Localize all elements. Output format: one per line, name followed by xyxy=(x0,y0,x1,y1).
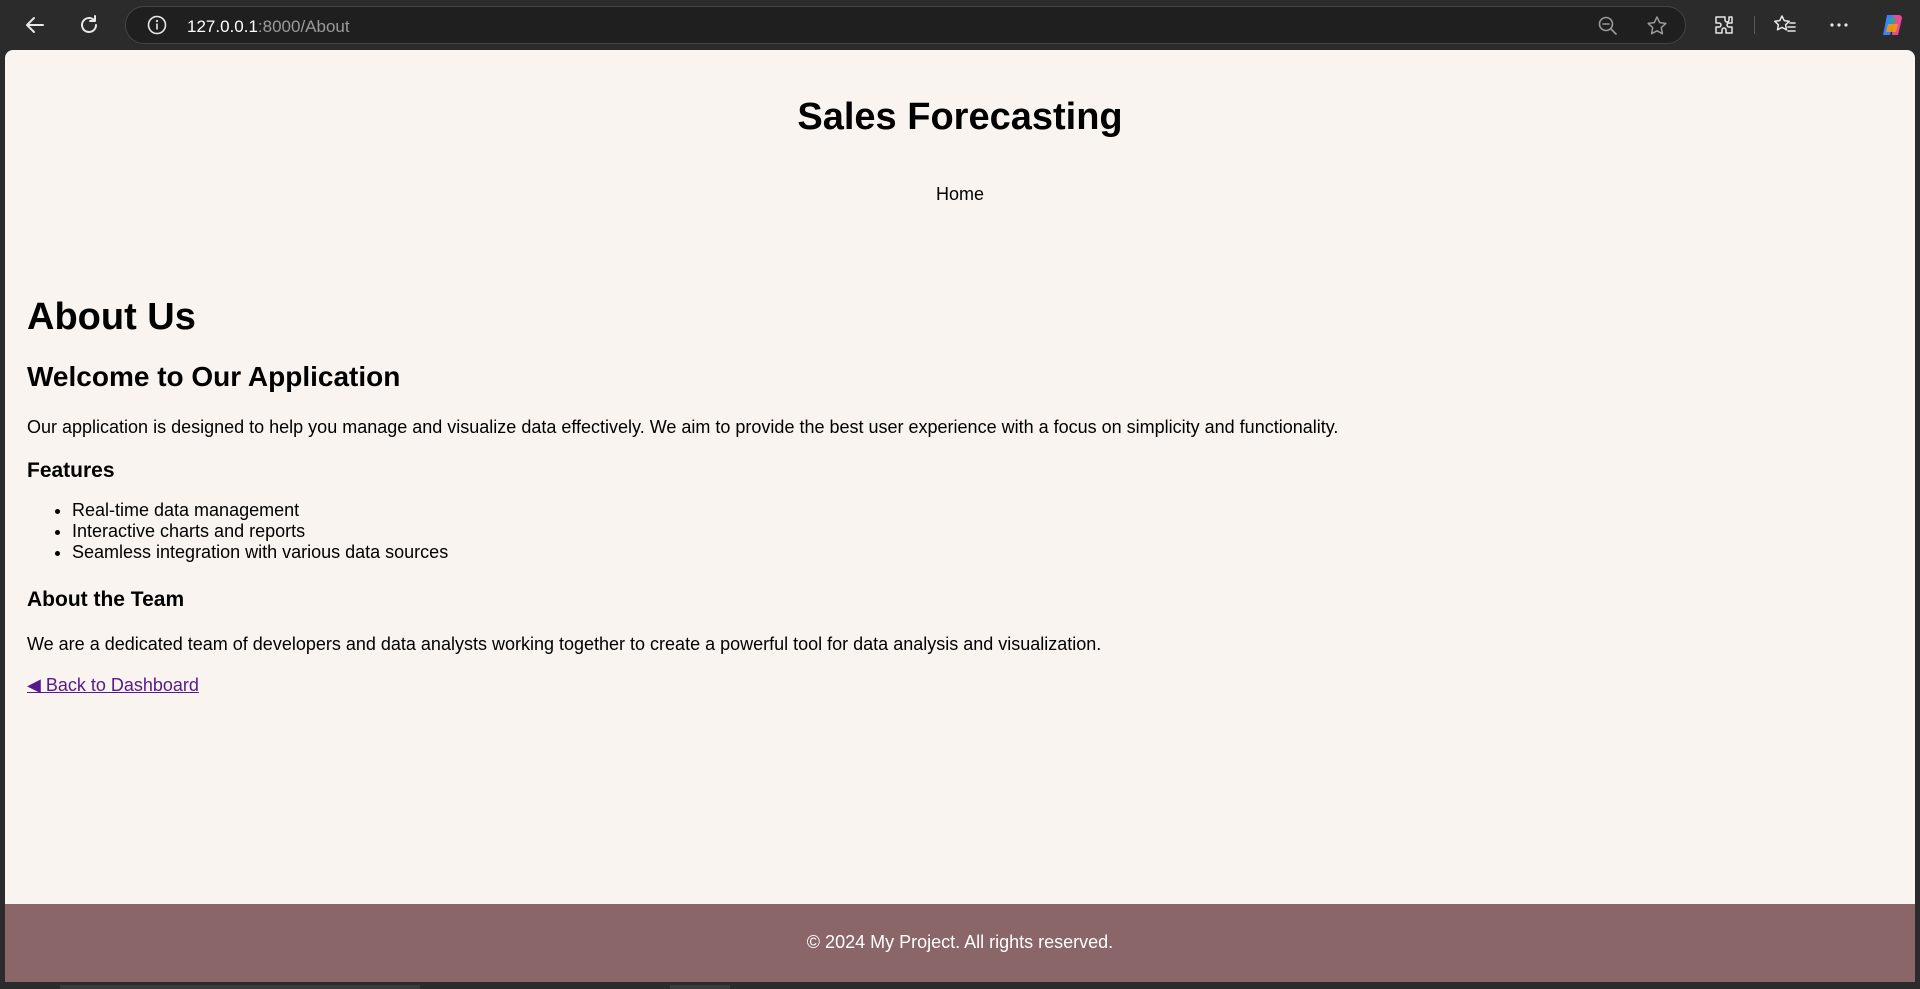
nav-home-link[interactable]: Home xyxy=(936,184,984,204)
footer-copyright: © 2024 My Project. All rights reserved. xyxy=(806,932,1114,952)
back-to-dashboard-link[interactable]: ◀ Back to Dashboard xyxy=(27,675,199,696)
address-bar[interactable]: 127.0.0.1:8000/About xyxy=(125,6,1686,44)
browser-toolbar: 127.0.0.1:8000/About xyxy=(0,0,1920,50)
team-paragraph: We are a dedicated team of developers an… xyxy=(27,634,1102,654)
url-text[interactable]: 127.0.0.1:8000/About xyxy=(187,17,350,37)
taskbar-edge xyxy=(670,985,730,989)
site-nav: Home xyxy=(5,184,1915,205)
page-viewport: Sales Forecasting Home About Us Welcome … xyxy=(5,50,1915,982)
extensions-icon[interactable] xyxy=(1711,12,1737,38)
info-icon[interactable] xyxy=(147,15,167,35)
star-icon[interactable] xyxy=(1646,15,1668,37)
feature-item: Real-time data management xyxy=(72,500,448,521)
refresh-icon[interactable] xyxy=(73,9,105,41)
url-path: :8000/About xyxy=(257,17,350,36)
features-list: Real-time data management Interactive ch… xyxy=(27,500,448,563)
page-heading: About Us xyxy=(27,296,196,338)
favorites-icon[interactable] xyxy=(1772,12,1798,38)
taskbar-edge xyxy=(60,985,420,989)
team-heading: About the Team xyxy=(27,588,185,611)
feature-item: Seamless integration with various data s… xyxy=(72,542,448,563)
url-host: 127.0.0.1 xyxy=(187,17,258,36)
intro-paragraph: Our application is designed to help you … xyxy=(27,417,1339,437)
back-arrow-icon[interactable] xyxy=(19,9,51,41)
site-footer: © 2024 My Project. All rights reserved. xyxy=(5,904,1915,982)
more-icon[interactable] xyxy=(1826,12,1852,38)
zoom-out-icon[interactable] xyxy=(1597,15,1619,37)
copilot-icon[interactable] xyxy=(1879,12,1905,38)
toolbar-divider xyxy=(1754,16,1755,34)
welcome-heading: Welcome to Our Application xyxy=(27,361,401,392)
feature-item: Interactive charts and reports xyxy=(72,521,448,542)
features-heading: Features xyxy=(27,459,115,482)
site-title: Sales Forecasting xyxy=(797,96,1123,138)
